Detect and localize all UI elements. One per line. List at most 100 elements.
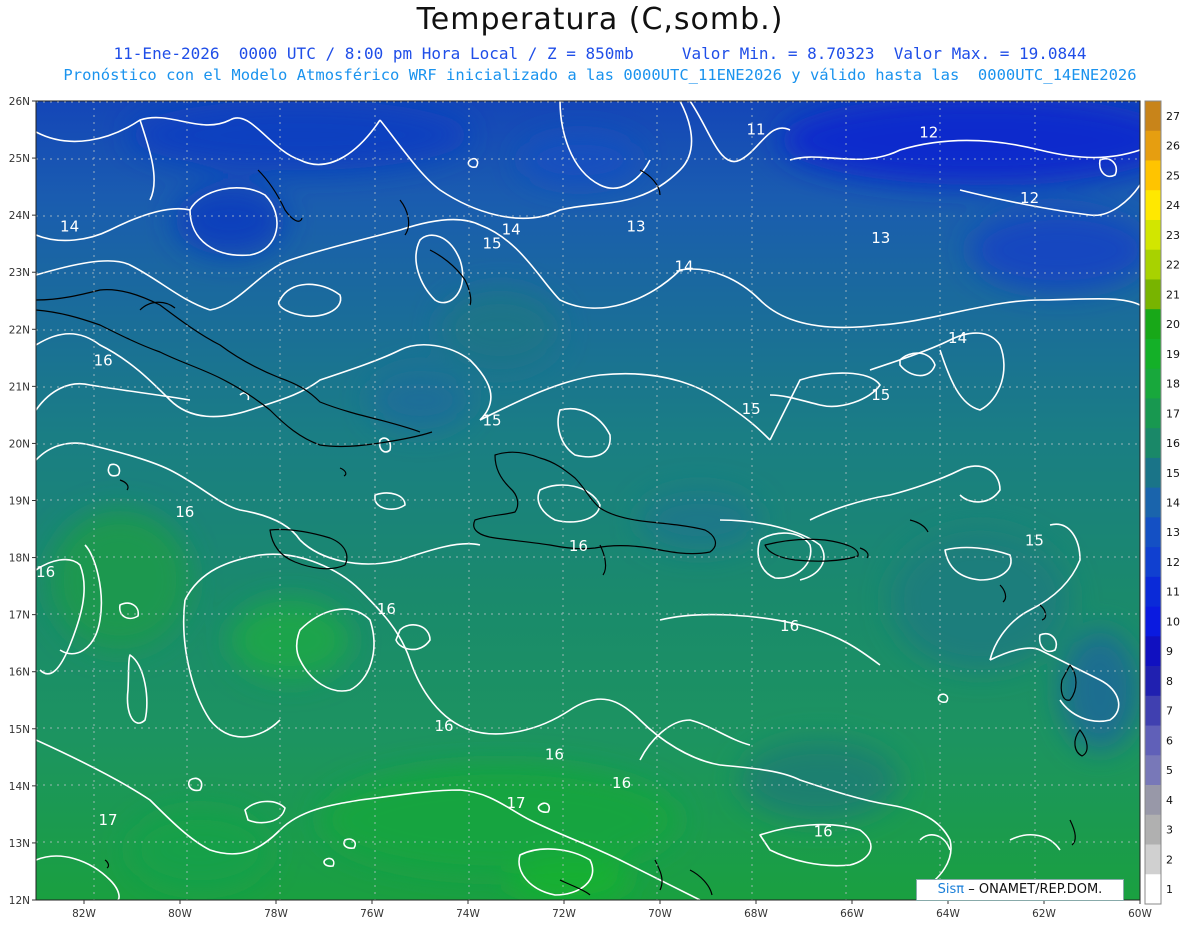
lon-tick-label: 82W — [72, 908, 96, 920]
colorbar-swatch — [1145, 101, 1161, 132]
colorbar-swatch — [1145, 725, 1161, 756]
colorbar-swatch — [1145, 874, 1161, 905]
contour-label: 14 — [502, 220, 521, 238]
sispi-logo-text: Sisπ — [937, 882, 965, 897]
colorbar-label: 21 — [1166, 288, 1180, 301]
lat-tick-label: 15N — [9, 724, 30, 736]
colorbar-label: 22 — [1166, 259, 1180, 272]
colorbar-label: 14 — [1166, 497, 1180, 510]
colorbar-label: 3 — [1166, 824, 1173, 837]
colorbar-swatch — [1145, 368, 1161, 399]
lon-tick-label: 64W — [936, 908, 960, 920]
colorbar-swatch — [1145, 428, 1161, 459]
contour-label: 15 — [1025, 531, 1044, 549]
colorbar-swatch — [1145, 576, 1161, 607]
contour-label: 11 — [746, 121, 765, 139]
lon-tick-label: 74W — [456, 908, 480, 920]
lat-tick-label: 17N — [9, 610, 30, 622]
lon-tick-label: 62W — [1032, 908, 1056, 920]
temperature-colorbar: 2726252423222120191817161514131211109876… — [1144, 100, 1180, 905]
lat-tick-label: 24N — [9, 210, 30, 222]
contour-label: 15 — [482, 235, 501, 253]
latitude-axis: 26N 25N 24N 23N 22N 21N 20N 19N 18N 17N 16N 15N 14N 1… — [9, 96, 36, 907]
contour-label: 14 — [948, 329, 967, 347]
colorbar-label: 23 — [1166, 229, 1180, 242]
contour-label: 16 — [612, 774, 631, 792]
colorbar-label: 18 — [1166, 378, 1180, 391]
colorbar-label: 15 — [1166, 467, 1180, 480]
lat-tick-label: 22N — [9, 324, 30, 336]
lat-tick-label: 14N — [9, 781, 30, 793]
colorbar-label: 7 — [1166, 705, 1173, 718]
longitude-axis: 82W 80W 78W 76W 74W 72W 70W 68W 66W 64W 62W 60W — [72, 900, 1152, 920]
colorbar-label: 13 — [1166, 526, 1180, 539]
colorbar-label: 11 — [1166, 586, 1180, 599]
colorbar-label: 9 — [1166, 645, 1173, 658]
lat-tick-label: 12N — [9, 895, 30, 907]
lon-tick-label: 70W — [648, 908, 672, 920]
colorbar-label: 8 — [1166, 675, 1173, 688]
colorbar-label: 2 — [1166, 853, 1173, 866]
colorbar-swatch — [1145, 457, 1161, 489]
contour-label: 16 — [545, 745, 564, 763]
colorbar-swatch — [1145, 666, 1161, 697]
contour-label: 15 — [871, 386, 890, 404]
lon-tick-label: 78W — [264, 908, 288, 920]
colorbar-label: 17 — [1166, 407, 1180, 420]
contour-label: 14 — [60, 218, 79, 236]
lat-tick-label: 26N — [9, 96, 30, 108]
colorbar-swatch — [1145, 785, 1161, 816]
onamet-credit: – ONAMET/REP.DOM. — [968, 882, 1103, 897]
colorbar-swatch — [1145, 814, 1161, 845]
contour-label: 16 — [94, 352, 113, 370]
credit-box: Sisπ – ONAMET/REP.DOM. — [916, 879, 1124, 901]
colorbar-label: 20 — [1166, 318, 1180, 331]
colorbar-swatch — [1145, 398, 1161, 429]
lat-tick-label: 25N — [9, 153, 30, 165]
colorbar-swatch — [1145, 844, 1161, 875]
contour-label: 16 — [780, 617, 799, 635]
contour-label: 16 — [36, 563, 55, 581]
colorbar-label: 25 — [1166, 169, 1180, 182]
contour-label: 16 — [377, 600, 396, 618]
lon-tick-label: 68W — [744, 908, 768, 920]
colorbar-swatch — [1145, 547, 1161, 578]
lat-tick-label: 16N — [9, 667, 30, 679]
contour-label: 17 — [506, 794, 525, 812]
contour-label: 15 — [742, 400, 761, 418]
colorbar-swatch — [1145, 755, 1161, 786]
temperature-map: 121112131314 14151414161515151616 15161616… — [9, 96, 1180, 920]
colorbar-swatch — [1145, 636, 1161, 667]
contour-label: 16 — [434, 717, 453, 735]
lon-tick-label: 72W — [552, 908, 576, 920]
colorbar-label: 16 — [1166, 437, 1180, 450]
colorbar-label: 26 — [1166, 140, 1180, 153]
colorbar-swatch — [1145, 160, 1161, 191]
colorbar-label: 4 — [1166, 794, 1173, 807]
lat-tick-label: 21N — [9, 381, 30, 393]
lon-tick-label: 80W — [168, 908, 192, 920]
colorbar-swatch — [1145, 487, 1161, 518]
lat-tick-label: 13N — [9, 838, 30, 850]
lat-tick-label: 19N — [9, 496, 30, 508]
colorbar-swatch — [1145, 606, 1161, 637]
contour-label: 17 — [98, 811, 117, 829]
colorbar-swatch — [1145, 517, 1161, 548]
contour-label: 16 — [175, 503, 194, 521]
colorbar-swatch — [1145, 309, 1161, 340]
contour-label: 12 — [919, 123, 938, 141]
contour-label: 15 — [482, 412, 501, 430]
lon-tick-label: 60W — [1128, 908, 1152, 920]
lon-tick-label: 66W — [840, 908, 864, 920]
contour-label: 13 — [626, 218, 645, 236]
colorbar-label: 27 — [1166, 110, 1180, 123]
colorbar-swatch — [1145, 130, 1161, 161]
colorbar-swatch — [1145, 249, 1161, 280]
temperature-field: 121112131314 14151414161515151616 15161616… — [36, 101, 1140, 900]
colorbar-swatch — [1145, 279, 1161, 310]
contour-label: 14 — [674, 258, 693, 276]
contour-label: 16 — [569, 537, 588, 555]
contour-label: 12 — [1020, 189, 1039, 207]
colorbar-swatch — [1145, 219, 1161, 251]
colorbar-label: 5 — [1166, 764, 1173, 777]
